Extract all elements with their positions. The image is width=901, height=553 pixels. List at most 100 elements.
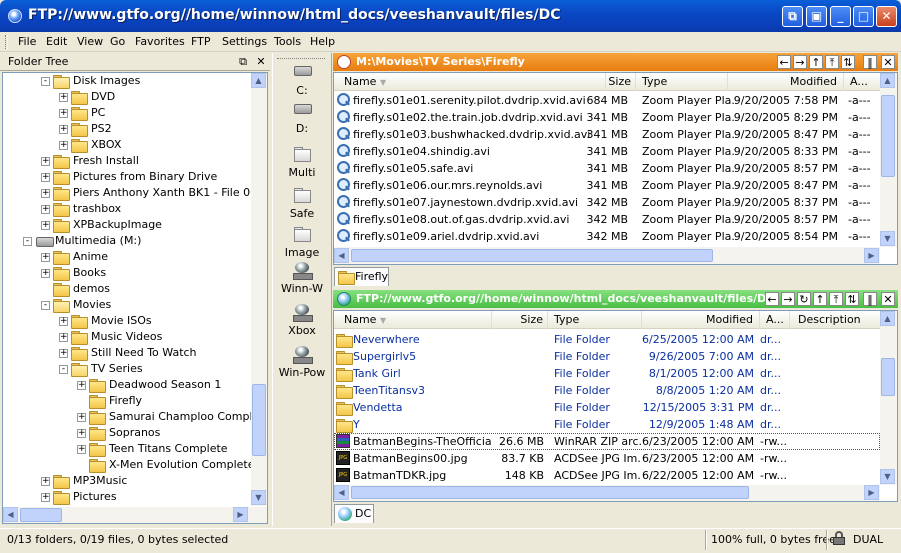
column-modified[interactable]: Modified [728, 73, 844, 91]
table-row[interactable]: TeenTitansv3 File Folder 8/8/2005 1:20 AM d… [334, 382, 880, 399]
table-row[interactable]: firefly.s01e04.shindig.avi 341 MB Zoom Pla… [334, 143, 880, 160]
top-scroll-up-button[interactable]: ▲ [880, 73, 895, 88]
tree-item[interactable]: - Disk Images [3, 73, 251, 89]
drive-button[interactable]: C: [276, 64, 328, 100]
drive-button[interactable]: Xbox [276, 304, 328, 340]
tree-item[interactable]: + Anime [3, 249, 251, 265]
expand-icon[interactable]: + [41, 173, 50, 182]
close-button[interactable]: ✕ [876, 6, 897, 27]
table-row[interactable]: firefly.s01e08.out.of.gas.dvdrip.xvid.av… [334, 211, 880, 228]
table-row[interactable]: firefly.s01e01.serenity.pilot.dvdrip.xvi… [334, 92, 880, 109]
table-row[interactable]: Neverwhere File Folder 6/25/2005 12:00 AM d… [334, 331, 880, 348]
table-row[interactable]: Tank Girl File Folder 8/1/2005 12:00 AM dr.… [334, 365, 880, 382]
drive-bar-grip[interactable] [277, 58, 325, 60]
expand-icon[interactable]: + [41, 189, 50, 198]
expand-icon[interactable]: + [59, 333, 68, 342]
close-pane-button[interactable]: ✕ [881, 292, 895, 306]
tree-item[interactable]: + DVD [3, 89, 251, 105]
back-button[interactable]: ← [765, 292, 779, 306]
column-type[interactable]: Type [636, 73, 728, 91]
tree-item[interactable]: + Still Need To Watch [3, 345, 251, 361]
expand-icon[interactable]: + [77, 429, 86, 438]
maximize-button[interactable]: □ [853, 6, 874, 27]
bottom-vscroll[interactable] [880, 311, 897, 485]
expand-icon[interactable]: + [59, 141, 68, 150]
tree-scroll-left-button[interactable]: ◀ [3, 507, 18, 522]
column-description[interactable]: Description [790, 311, 880, 329]
table-row[interactable]: Vendetta File Folder 12/15/2005 3:31 PM dr.… [334, 399, 880, 416]
expand-icon[interactable]: + [41, 493, 50, 502]
tree-item[interactable]: X-Men Evolution Complete [3, 457, 251, 473]
menu-edit[interactable]: Edit [46, 35, 67, 49]
collapse-icon[interactable]: - [41, 301, 50, 310]
top-scroll-down-button[interactable]: ▼ [880, 231, 895, 246]
tree-item[interactable]: + MP3Music [3, 473, 251, 489]
table-row[interactable]: firefly.s01e06.our.mrs.reynolds.avi 341 M… [334, 177, 880, 194]
restore-layout-button[interactable]: ⧉ [782, 6, 803, 27]
expand-icon[interactable]: + [77, 413, 86, 422]
swap-button[interactable]: ⇅ [841, 55, 855, 69]
collapse-icon[interactable]: - [59, 365, 68, 374]
tree-item[interactable]: + XPBackupImage [3, 217, 251, 233]
bottom-hscroll-thumb[interactable] [351, 486, 749, 499]
refresh-button[interactable]: ↻ [797, 292, 811, 306]
bottom-scroll-up-button[interactable]: ▲ [880, 311, 895, 326]
column-size[interactable]: Size [606, 73, 636, 91]
table-row[interactable]: Supergirlv5 File Folder 9/26/2005 7:00 AM d… [334, 348, 880, 365]
tree-item[interactable]: + Sopranos [3, 425, 251, 441]
menu-view[interactable]: View [77, 35, 103, 49]
top-scroll-left-button[interactable]: ◀ [334, 248, 349, 263]
menu-ftp[interactable]: FTP [191, 35, 211, 49]
expand-icon[interactable]: + [59, 93, 68, 102]
tree-item[interactable]: + Movie ISOs [3, 313, 251, 329]
tree-item[interactable]: + XBOX [3, 137, 251, 153]
forward-button[interactable]: → [793, 55, 807, 69]
tree-item[interactable]: + trashbox [3, 201, 251, 217]
close-pane-button[interactable]: ✕ [881, 55, 895, 69]
menu-settings[interactable]: Settings [222, 35, 267, 49]
expand-icon[interactable]: + [41, 157, 50, 166]
drive-button[interactable]: Image [276, 226, 328, 262]
expand-icon[interactable]: + [59, 317, 68, 326]
tree-item[interactable]: + PC [3, 105, 251, 121]
expand-icon[interactable]: + [41, 269, 50, 278]
top-vscroll-thumb[interactable] [881, 95, 895, 177]
tree-item[interactable]: + Piers Anthony Xanth BK1 - File 06 o [3, 185, 251, 201]
split-button[interactable]: ‖ [863, 292, 877, 306]
menu-help[interactable]: Help [310, 35, 335, 49]
column-modified[interactable]: Modified [642, 311, 760, 329]
tree-item[interactable]: + Pictures [3, 489, 251, 505]
bottom-scroll-right-button[interactable]: ▶ [864, 485, 879, 500]
close-tree-icon[interactable]: ✕ [254, 55, 268, 69]
tree-hscroll-thumb[interactable] [20, 508, 62, 522]
tab-dc[interactable]: DC [334, 504, 374, 523]
tree-scroll-up-button[interactable]: ▲ [251, 73, 266, 88]
column-name[interactable]: Name ▼ [334, 73, 606, 91]
expand-icon[interactable]: + [59, 109, 68, 118]
expand-icon[interactable]: + [41, 477, 50, 486]
tree-item[interactable]: + Deadwood Season 1 [3, 377, 251, 393]
menu-go[interactable]: Go [110, 35, 125, 49]
column-attributes[interactable]: A... [760, 311, 790, 329]
menu-grip[interactable] [5, 35, 8, 49]
collapse-icon[interactable]: - [23, 237, 32, 246]
table-row[interactable]: firefly.s01e07.jaynestown.dvdrip.xvid.av… [334, 194, 880, 211]
menu-favorites[interactable]: Favorites [135, 35, 185, 49]
column-type[interactable]: Type [548, 311, 642, 329]
tree-item[interactable]: + Fresh Install [3, 153, 251, 169]
expand-icon[interactable]: + [41, 205, 50, 214]
undock-icon[interactable]: ⧉ [236, 55, 250, 69]
tree-item[interactable]: Firefly [3, 393, 251, 409]
tree-item[interactable]: + Samurai Champloo Complet [3, 409, 251, 425]
tree-item[interactable]: + Books [3, 265, 251, 281]
drive-button[interactable]: D: [276, 102, 328, 138]
root-button[interactable]: ⤒ [825, 55, 839, 69]
tree-item[interactable]: + Music Videos [3, 329, 251, 345]
expand-icon[interactable]: + [41, 221, 50, 230]
column-name[interactable]: Name ▼ [334, 311, 492, 329]
menu-file[interactable]: File [18, 35, 36, 49]
drive-button[interactable]: Win-Pow [276, 346, 328, 382]
column-size[interactable]: Size [492, 311, 548, 329]
tree-vscroll-thumb[interactable] [252, 384, 266, 456]
table-row[interactable]: firefly.s01e03.bushwhacked.dvdrip.xvid.a… [334, 126, 880, 143]
